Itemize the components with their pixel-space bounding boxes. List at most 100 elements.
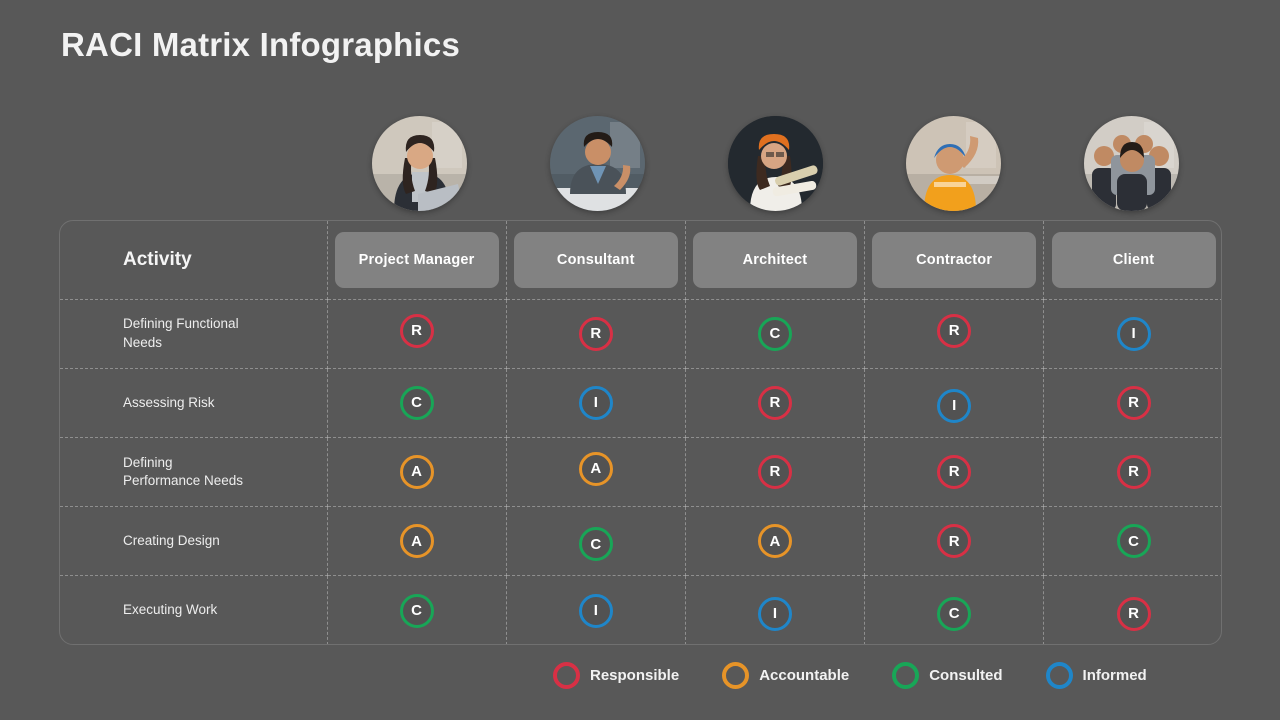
table-body: Defining Functional Needs R R C R I Assessing R…: [60, 299, 1221, 644]
project-manager-avatar: [371, 115, 467, 211]
raci-cell[interactable]: C: [1043, 506, 1221, 577]
raci-badge-a: A: [399, 524, 434, 559]
raci-cell[interactable]: I: [1043, 299, 1221, 369]
raci-cell[interactable]: I: [864, 368, 1045, 438]
role-pill[interactable]: Project Manager: [334, 231, 499, 288]
consultant-avatar: [549, 115, 645, 211]
table-row: Assessing Risk C I R I R: [60, 368, 1221, 438]
page-title: RACI Matrix Infographics: [61, 26, 461, 63]
legend-item-accountable: Accountable: [722, 662, 849, 689]
legend-circle-icon: [892, 662, 920, 689]
legend-label: Informed: [1082, 667, 1147, 684]
table-row: Creating Design A C A R C: [60, 506, 1221, 577]
activity-label-line: Executing Work: [123, 602, 218, 618]
raci-badge-c: C: [937, 596, 972, 631]
raci-badge-r: R: [1116, 596, 1151, 631]
raci-cell[interactable]: R: [864, 299, 1045, 369]
activity-label: Defining Performance Needs: [60, 437, 328, 508]
raci-matrix-card: Activity Project Manager Consultant Archit…: [59, 220, 1222, 645]
activity-label: Creating Design: [60, 506, 328, 577]
raci-cell[interactable]: R: [864, 506, 1045, 577]
legend: Responsible Accountable Consulted Informed: [553, 662, 1147, 689]
activity-label-line: Needs: [123, 334, 163, 350]
activity-label-line: Defining Functional: [123, 316, 239, 332]
raci-badge-i: I: [937, 388, 972, 423]
raci-badge-a: A: [578, 451, 613, 486]
raci-cell[interactable]: A: [685, 506, 866, 577]
legend-item-informed: Informed: [1045, 662, 1147, 689]
raci-cell[interactable]: A: [506, 437, 686, 508]
raci-badge-r: R: [937, 454, 972, 489]
legend-item-consulted: Consulted: [892, 662, 1003, 689]
role-column-header: Architect: [685, 221, 866, 300]
raci-cell[interactable]: C: [506, 506, 686, 577]
raci-badge-c: C: [578, 527, 613, 562]
raci-cell[interactable]: R: [1043, 437, 1221, 508]
raci-badge-r: R: [1116, 454, 1151, 489]
raci-badge-i: I: [578, 385, 613, 420]
raci-badge-r: R: [937, 313, 972, 348]
raci-badge-c: C: [399, 593, 434, 628]
legend-label: Responsible: [590, 667, 680, 684]
raci-cell[interactable]: I: [506, 368, 686, 438]
activity-label: Assessing Risk: [60, 368, 328, 438]
role-pill[interactable]: Architect: [692, 231, 857, 288]
raci-cell[interactable]: I: [506, 575, 686, 644]
avatar-cell: [864, 114, 1042, 212]
raci-cell[interactable]: C: [685, 299, 866, 369]
raci-matrix-table: Activity Project Manager Consultant Archit…: [60, 221, 1221, 644]
contractor-avatar: [905, 115, 1001, 211]
raci-badge-r: R: [757, 454, 792, 489]
architect-avatar: [727, 115, 823, 211]
raci-badge-i: I: [757, 596, 792, 631]
raci-cell[interactable]: R: [327, 299, 507, 369]
raci-cell[interactable]: C: [327, 368, 507, 438]
raci-cell[interactable]: R: [685, 437, 866, 508]
raci-cell[interactable]: R: [1044, 576, 1221, 644]
raci-cell[interactable]: R: [864, 437, 1045, 508]
role-column-header: Consultant: [506, 221, 686, 300]
activity-column-header: Activity: [60, 221, 328, 300]
raci-badge-i: I: [1116, 316, 1151, 351]
activity-label: Defining Functional Needs: [60, 299, 328, 369]
activity-label-line: Assessing Risk: [123, 394, 215, 410]
legend-item-responsible: Responsible: [553, 662, 679, 689]
table-row: Defining Functional Needs R R C R I: [60, 299, 1221, 369]
legend-circle-icon: [1045, 662, 1073, 689]
legend-label: Consulted: [929, 667, 1003, 684]
raci-cell[interactable]: R: [1043, 368, 1221, 438]
legend-circle-icon: [553, 662, 580, 689]
raci-cell[interactable]: A: [327, 506, 507, 577]
avatar-cell: [330, 114, 508, 212]
role-column-header: Project Manager: [327, 221, 507, 300]
role-pill[interactable]: Client: [1051, 231, 1216, 288]
activity-label-line: Defining: [123, 454, 173, 470]
table-row: Executing Work C I I C R: [60, 575, 1221, 644]
raci-badge-c: C: [757, 316, 792, 351]
raci-badge-c: C: [399, 385, 434, 420]
table-row: Defining Performance Needs A A R R R: [60, 437, 1221, 508]
activity-label: Executing Work: [60, 575, 328, 644]
raci-cell[interactable]: R: [506, 299, 686, 369]
role-pill[interactable]: Consultant: [513, 231, 678, 288]
raci-badge-i: I: [578, 593, 613, 628]
raci-badge-a: A: [757, 524, 792, 559]
raci-badge-a: A: [399, 454, 434, 489]
role-column-header: Client: [1043, 221, 1221, 300]
activity-label-line: Performance Needs: [123, 472, 244, 488]
raci-cell[interactable]: C: [327, 575, 507, 644]
role-column-header: Contractor: [864, 221, 1045, 300]
avatar-row: [330, 114, 1220, 212]
raci-cell[interactable]: R: [685, 368, 866, 438]
role-pill[interactable]: Contractor: [872, 231, 1037, 288]
avatar-cell: [686, 114, 864, 212]
avatar-cell: [508, 114, 686, 212]
raci-badge-r: R: [937, 524, 972, 559]
raci-cell[interactable]: C: [864, 575, 1045, 644]
raci-cell[interactable]: A: [327, 437, 507, 508]
client-avatar: [1083, 115, 1179, 211]
raci-badge-r: R: [757, 385, 792, 420]
raci-cell[interactable]: I: [685, 575, 866, 644]
raci-badge-r: R: [1116, 385, 1151, 420]
avatar-cell: [1042, 114, 1220, 212]
